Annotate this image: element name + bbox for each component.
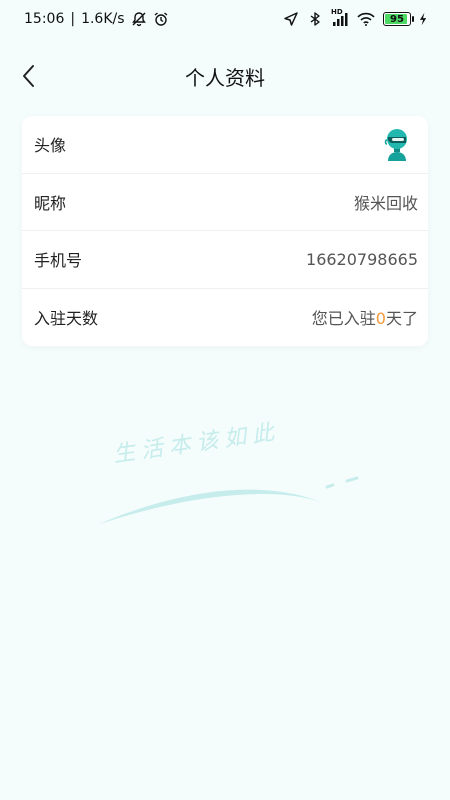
phone-value: 16620798665: [306, 249, 418, 269]
mute-bell-icon: [131, 12, 146, 27]
days-joined-label: 入驻天数: [34, 309, 99, 329]
bluetooth-icon: [310, 12, 320, 26]
battery-indicator: 95: [383, 12, 414, 26]
nickname-row[interactable]: 昵称 猴米回收: [22, 174, 428, 231]
slogan-watermark: 生活本该如此: [95, 420, 375, 535]
location-arrow-icon: [284, 12, 298, 26]
nickname-value: 猴米回收: [353, 193, 418, 213]
profile-card: 头像 昵称 猴米回收 手机号 16620798665 入驻天数 您已入驻0天了: [22, 116, 428, 346]
network-speed: 1.6K/s: [81, 11, 125, 27]
page-title: 个人资料: [185, 66, 265, 90]
signal-group: HD: [331, 8, 349, 27]
alarm-clock-icon: [154, 12, 167, 26]
days-joined-row: 入驻天数 您已入驻0天了: [22, 289, 428, 347]
status-bar-left: 15:06 | 1.6K/s: [24, 11, 169, 27]
status-bar: 15:06 | 1.6K/s HD 95: [0, 0, 450, 38]
days-joined-prefix: 您已入驻: [311, 309, 376, 329]
phone-row[interactable]: 手机号 16620798665: [22, 231, 428, 289]
nav-header: 个人资料: [0, 52, 450, 100]
days-joined-count: 0: [375, 309, 386, 329]
avatar[interactable]: [382, 127, 412, 162]
status-separator: |: [70, 11, 76, 27]
battery-level: 95: [390, 13, 404, 25]
nickname-label: 昵称: [34, 193, 67, 213]
charging-bolt-icon: [419, 12, 427, 26]
status-bar-right: HD 95: [283, 8, 428, 27]
wifi-icon: [357, 12, 375, 26]
avatar-row[interactable]: 头像: [22, 116, 428, 174]
days-joined-value: 您已入驻0天了: [312, 305, 418, 329]
slogan-swoosh-icon: [97, 476, 359, 525]
avatar-label: 头像: [34, 136, 67, 156]
phone-label: 手机号: [34, 251, 83, 271]
status-time: 15:06: [24, 11, 65, 27]
cell-signal-icon: [333, 13, 348, 26]
days-joined-suffix: 天了: [385, 309, 418, 329]
